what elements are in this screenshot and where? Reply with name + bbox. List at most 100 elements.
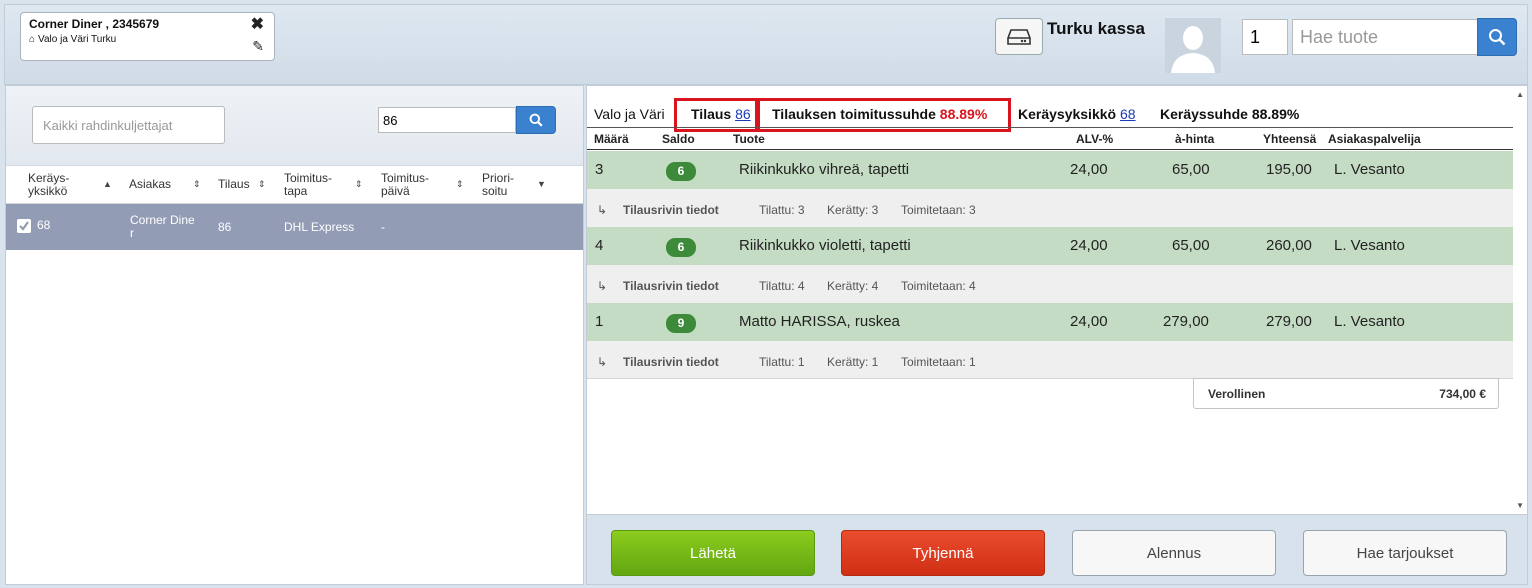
search-icon (1489, 29, 1506, 46)
summary-unit-link[interactable]: 68 (1120, 106, 1136, 122)
scroll-up-icon[interactable]: ▲ (1516, 90, 1524, 99)
discount-button[interactable]: Alennus (1072, 530, 1276, 576)
line-price: 65,00 (1172, 161, 1210, 178)
summary-unit: Keräysyksikkö 68 (1018, 106, 1136, 122)
col-delivery-date[interactable]: Toimitus- päivä (381, 172, 429, 198)
row-customer: Corner Dine r (130, 214, 195, 240)
drive-button[interactable] (995, 18, 1043, 55)
order-search-button[interactable] (516, 106, 556, 134)
saldo-badge: 9 (666, 314, 696, 333)
order-line-row[interactable]: 4 6 Riikinkukko violetti, tapetti 24,00 … (587, 227, 1513, 265)
saldo-badge: 6 (666, 162, 696, 181)
details-delivered: Toimitetaan: 1 (901, 355, 976, 369)
sort-icon[interactable]: ⇕ (355, 179, 363, 190)
quantity-input[interactable] (1242, 19, 1288, 55)
pencil-icon[interactable]: ✎ (252, 38, 264, 55)
customer-store: Valo ja Väri Turku (38, 34, 117, 45)
sort-icon[interactable]: ⇕ (258, 179, 266, 190)
customer-name: Corner Diner , 2345679 (29, 17, 160, 31)
top-bar: Corner Diner , 2345679 ⌂ Valo ja Väri Tu… (4, 4, 1528, 85)
offers-button[interactable]: Hae tarjoukset (1303, 530, 1507, 576)
sort-icon[interactable]: ⇕ (193, 179, 201, 190)
line-agent: L. Vesanto (1334, 161, 1405, 178)
row-customer-line2: r (130, 226, 134, 240)
order-filter-bar (6, 86, 583, 166)
col-priority[interactable]: Priori- soitu (482, 172, 514, 198)
sort-asc-icon[interactable]: ▲ (103, 179, 112, 189)
total-box: Verollinen 734,00 € (1193, 378, 1499, 409)
summary-order-link[interactable]: 86 (735, 106, 751, 122)
summary-store: Valo ja Väri (594, 106, 665, 122)
line-vat: 24,00 (1070, 237, 1108, 254)
details-delivered: Toimitetaan: 4 (901, 279, 976, 293)
order-line-row[interactable]: 3 6 Riikinkukko vihreä, tapetti 24,00 65… (587, 151, 1513, 189)
line-price: 279,00 (1163, 313, 1209, 330)
sort-desc-icon[interactable]: ▼ (537, 179, 546, 189)
col-vat: ALV-% (1076, 132, 1114, 146)
sort-icon[interactable]: ⇕ (456, 179, 464, 190)
line-vat: 24,00 (1070, 313, 1108, 330)
column-divider (587, 149, 1513, 150)
col-saldo: Saldo (662, 132, 695, 146)
line-total: 195,00 (1266, 161, 1312, 178)
sub-arrow-icon: ↳ (597, 203, 608, 217)
total-label: Verollinen (1208, 387, 1266, 401)
row-date: - (381, 220, 385, 234)
order-line-details[interactable]: ↳ Tilausrivin tiedot Tilattu: 4 Kerätty:… (587, 265, 1513, 303)
drive-icon (1007, 28, 1031, 45)
close-icon[interactable]: ✖ (251, 17, 264, 33)
order-line-details[interactable]: ↳ Tilausrivin tiedot Tilattu: 3 Kerätty:… (587, 189, 1513, 227)
summary-order-label: Tilaus (691, 106, 732, 122)
clear-button[interactable]: Tyhjennä (841, 530, 1045, 576)
details-delivered: Toimitetaan: 3 (901, 203, 976, 217)
send-button[interactable]: Lähetä (611, 530, 815, 576)
checkbox-icon[interactable] (17, 219, 31, 233)
details-picked: Kerätty: 4 (827, 279, 879, 293)
product-search-button[interactable] (1477, 18, 1517, 56)
line-price: 65,00 (1172, 237, 1210, 254)
total-value: 734,00 € (1439, 387, 1486, 401)
row-delivery: DHL Express (284, 220, 355, 234)
col-price: à-hinta (1175, 132, 1215, 146)
header-divider (587, 127, 1513, 128)
customer-card[interactable]: Corner Diner , 2345679 ⌂ Valo ja Väri Tu… (20, 12, 275, 61)
line-agent: L. Vesanto (1334, 237, 1405, 254)
line-qty: 3 (595, 161, 604, 178)
avatar[interactable] (1165, 18, 1221, 73)
col-product: Tuote (733, 132, 765, 146)
order-search-input[interactable] (378, 107, 516, 133)
order-line-row[interactable]: 1 9 Matto HARISSA, ruskea 24,00 279,00 2… (587, 303, 1513, 341)
product-search-input[interactable] (1292, 19, 1478, 55)
user-silhouette-icon (1165, 18, 1221, 73)
details-label: Tilausrivin tiedot (623, 355, 719, 369)
order-list-row[interactable]: 68 Corner Dine r 86 DHL Express - (6, 204, 583, 250)
summary-pick: Keräyssuhde 88.89% (1160, 106, 1299, 122)
col-order[interactable]: Tilaus (218, 178, 250, 191)
col-priority-line2: soitu (482, 184, 508, 198)
row-order: 86 (218, 220, 232, 234)
order-summary: Valo ja Väri Tilaus 86 Tilauksen toimitu… (587, 98, 1513, 132)
col-delivery-method[interactable]: Toimitus- tapa (284, 172, 332, 198)
carrier-filter-input[interactable] (32, 106, 225, 144)
order-list-header: Keräys- yksikkö ▲ Asiakas ⇕ Tilaus ⇕ Toi… (6, 166, 583, 204)
order-detail-panel: ▲ ▼ Valo ja Väri Tilaus 86 Tilauksen toi… (586, 85, 1528, 515)
order-line-details[interactable]: ↳ Tilausrivin tiedot Tilattu: 1 Kerätty:… (587, 341, 1513, 379)
col-unit-line2: yksikkö (28, 184, 68, 198)
col-unit[interactable]: Keräys- yksikkö (28, 172, 69, 198)
home-icon: ⌂ (29, 34, 36, 45)
scroll-down-icon[interactable]: ▼ (1516, 501, 1524, 510)
line-product: Riikinkukko violetti, tapetti (739, 237, 911, 254)
line-total: 260,00 (1266, 237, 1312, 254)
details-ordered: Tilattu: 3 (759, 203, 805, 217)
details-ordered: Tilattu: 1 (759, 355, 805, 369)
details-picked: Kerätty: 3 (827, 203, 879, 217)
col-customer[interactable]: Asiakas (129, 178, 171, 191)
row-customer-line1: Corner Dine (130, 213, 195, 227)
line-vat: 24,00 (1070, 161, 1108, 178)
details-label: Tilausrivin tiedot (623, 279, 719, 293)
sub-arrow-icon: ↳ (597, 355, 608, 369)
customer-store-row: ⌂ Valo ja Väri Turku (29, 34, 266, 45)
line-agent: L. Vesanto (1334, 313, 1405, 330)
details-ordered: Tilattu: 4 (759, 279, 805, 293)
action-bar: Lähetä Tyhjennä Alennus Hae tarjoukset (586, 515, 1528, 585)
